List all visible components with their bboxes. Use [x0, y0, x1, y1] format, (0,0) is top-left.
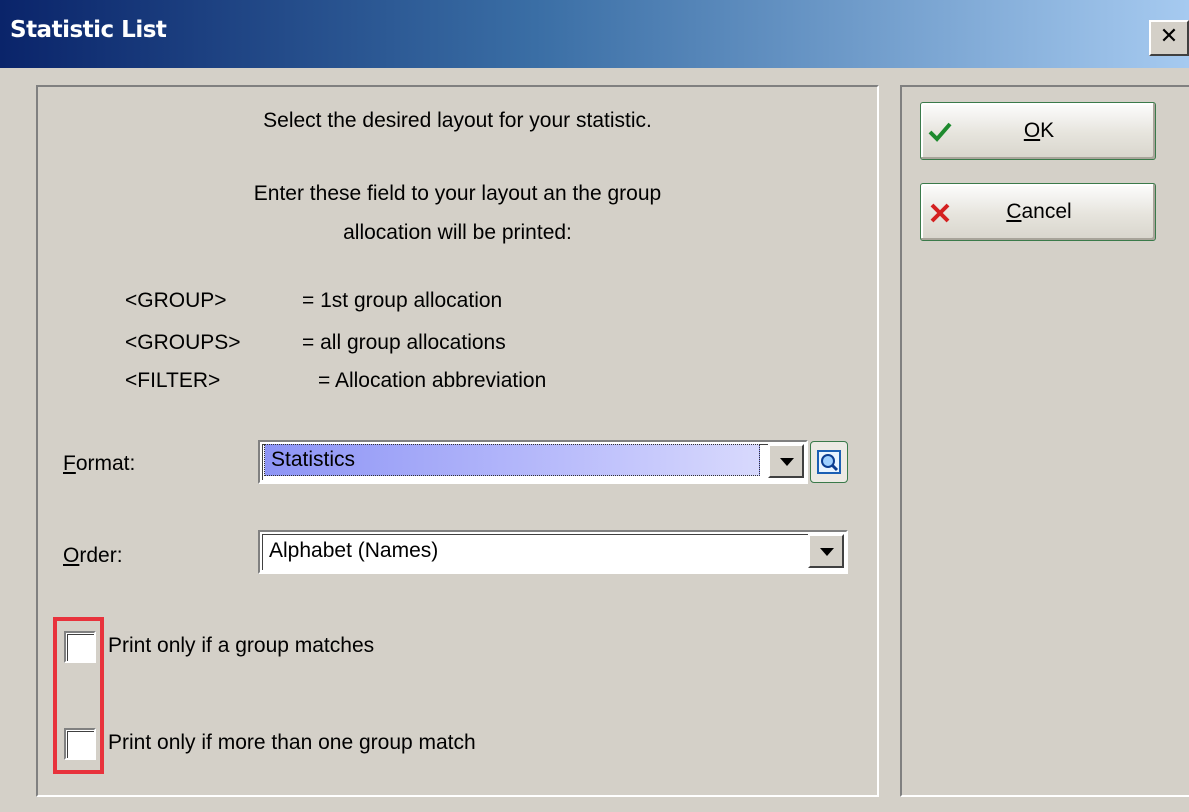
placeholder-meaning-group: = 1st group allocation: [302, 289, 503, 312]
cancel-button-label: Cancel: [921, 200, 1157, 224]
format-select-value: Statistics: [264, 444, 760, 476]
placeholder-token-groups: <GROUPS>: [125, 331, 241, 354]
ok-button-label: OK: [921, 119, 1157, 143]
close-button[interactable]: ✕: [1149, 20, 1189, 56]
instruction-line-3: allocation will be printed:: [343, 221, 572, 244]
format-dropdown-button[interactable]: [768, 444, 804, 478]
placeholder-meaning-groups: = all group allocations: [302, 331, 506, 354]
order-label-text: rder:: [79, 544, 123, 567]
format-lookup-button[interactable]: [810, 441, 848, 483]
order-label-mnemonic: O: [63, 544, 80, 567]
order-dropdown-button[interactable]: [808, 534, 844, 568]
instruction-line-1: Select the desired layout for your stati…: [263, 109, 652, 132]
ok-button[interactable]: OK: [920, 102, 1156, 160]
window-title: Statistic List: [10, 17, 167, 43]
placeholder-token-group: <GROUP>: [125, 289, 227, 312]
cancel-label-text: ancel: [1021, 200, 1072, 223]
ok-label-text: K: [1040, 119, 1055, 142]
instruction-line-2: Enter these field to your layout an the …: [253, 182, 662, 205]
cancel-button[interactable]: Cancel: [920, 183, 1156, 241]
title-bar: Statistic List: [0, 0, 1189, 68]
more-than-one-label[interactable]: Print only if more than one group match: [108, 731, 476, 755]
format-select[interactable]: Statistics: [258, 440, 808, 484]
placeholder-token-filter: <FILTER>: [125, 369, 221, 392]
magnifier-icon: [817, 450, 841, 474]
order-label: Order:: [63, 544, 123, 568]
cancel-mnemonic: C: [1006, 200, 1022, 223]
format-label: Format:: [63, 452, 135, 476]
format-label-mnemonic: F: [63, 452, 76, 475]
checkbox-highlight-box: [53, 617, 104, 774]
order-select[interactable]: Alphabet (Names): [258, 530, 848, 574]
ok-mnemonic: O: [1023, 119, 1041, 142]
order-select-value: Alphabet (Names): [269, 539, 439, 562]
format-label-text: ormat:: [75, 452, 136, 475]
placeholder-meaning-filter: = Allocation abbreviation: [318, 369, 547, 392]
group-matches-label[interactable]: Print only if a group matches: [108, 634, 374, 658]
